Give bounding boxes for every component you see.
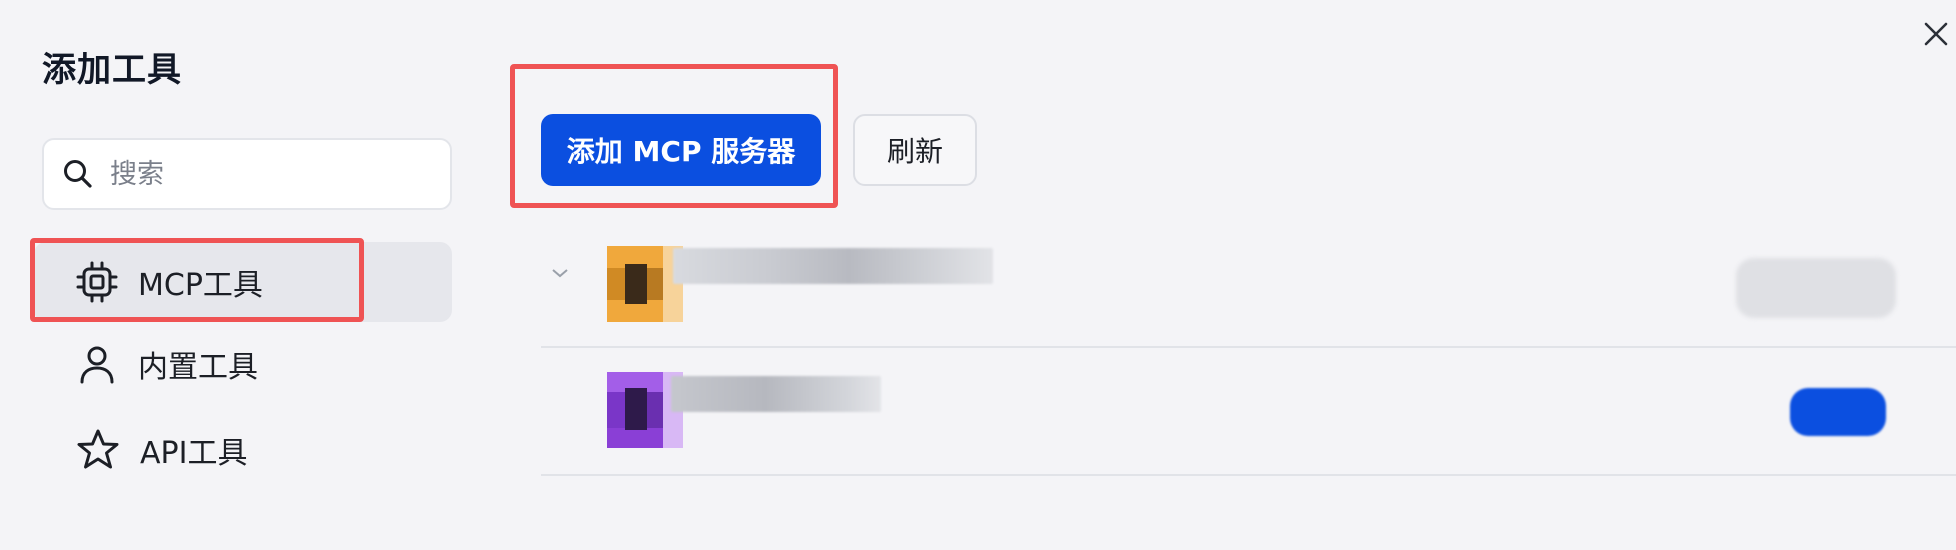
dialog-title: 添加工具 (42, 50, 182, 90)
sidebar: 添加工具 MCP工具 (0, 0, 486, 550)
tool-row[interactable] (541, 220, 1956, 348)
user-icon (80, 346, 114, 384)
sidebar-item-label: API工具 (140, 436, 248, 471)
close-icon (1924, 22, 1948, 46)
sidebar-item-label: MCP工具 (138, 268, 263, 303)
tool-name (673, 248, 993, 284)
status-badge[interactable] (1790, 388, 1886, 436)
refresh-button[interactable]: 刷新 (853, 114, 977, 186)
tool-row[interactable] (541, 348, 1956, 476)
add-tool-dialog: 添加工具 MCP工具 (0, 0, 1956, 550)
tool-name (671, 376, 881, 412)
sidebar-item-label: 内置工具 (138, 350, 258, 385)
sidebar-item-mcp-tools[interactable]: MCP工具 (34, 242, 452, 322)
search-icon (64, 160, 92, 188)
search-input[interactable] (108, 157, 428, 191)
star-icon (77, 429, 119, 469)
add-mcp-server-button[interactable]: 添加 MCP 服务器 (541, 114, 821, 186)
sidebar-item-api-tools[interactable]: API工具 (34, 410, 452, 490)
status-badge[interactable] (1736, 258, 1896, 318)
chip-icon (76, 261, 118, 303)
sidebar-item-builtin-tools[interactable]: 内置工具 (34, 324, 452, 404)
search-box[interactable] (42, 138, 452, 210)
main-panel: 添加 MCP 服务器 刷新 (486, 0, 1956, 550)
tool-avatar-icon (607, 246, 683, 322)
chevron-down-icon[interactable] (545, 262, 575, 286)
close-button[interactable] (1916, 14, 1956, 54)
